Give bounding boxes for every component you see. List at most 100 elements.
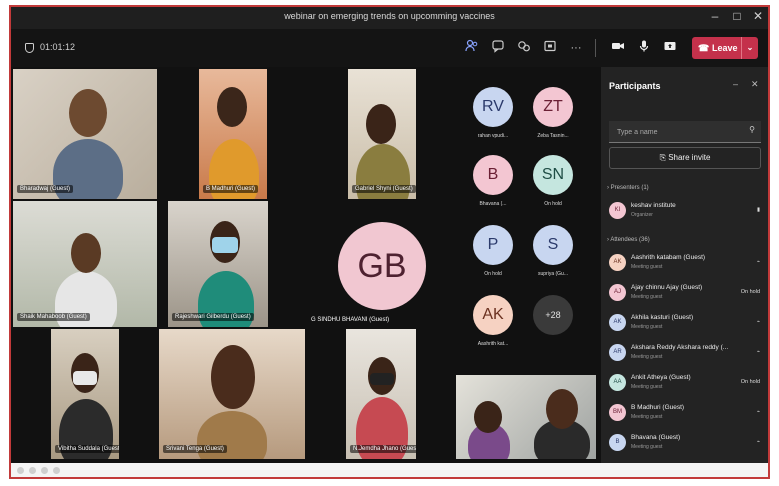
video-tile[interactable]: Rajeshwari Gilberdu (Guest) xyxy=(168,201,268,327)
participant-role: Meeting guest xyxy=(631,294,663,300)
popout-icon[interactable]: – xyxy=(733,79,738,89)
participant-row[interactable]: B Bhavana (Guest) Meeting guest ⌁ xyxy=(609,431,764,457)
avatar-name-label: Aashrith kat... xyxy=(477,341,509,347)
participant-head xyxy=(69,89,107,137)
strip-dot-icon xyxy=(41,467,48,474)
avatar-initials: AK xyxy=(482,306,504,323)
participant-name: B Madhuri (Guest) xyxy=(631,404,685,411)
video-tile[interactable]: N.Jemdha Jhano (Guest) xyxy=(346,329,416,459)
participant-name-label: N.Jemdha Jhano (Guest) xyxy=(350,445,416,453)
avatar-name-label: rahan vpudi... xyxy=(477,133,509,139)
self-view-tile[interactable] xyxy=(456,375,596,459)
avatar: AA xyxy=(609,374,626,391)
presenters-header[interactable]: › Presenters (1) xyxy=(607,185,649,191)
video-tile[interactable]: Vibitha Suddala (Guest) xyxy=(51,329,119,459)
participant-row[interactable]: AK Aashrith katabam (Guest) Meeting gues… xyxy=(609,251,764,277)
avatar: AK xyxy=(609,314,626,331)
camera-icon[interactable] xyxy=(609,39,627,57)
share-icon: ⎘ xyxy=(659,153,669,162)
toolbar-divider xyxy=(595,39,596,57)
avatar[interactable]: GB xyxy=(338,222,426,310)
close-window-button[interactable]: ✕ xyxy=(748,9,768,23)
video-tile[interactable]: Srivani Tenga (Guest) xyxy=(159,329,305,459)
participant-name-label: Vibitha Suddala (Guest) xyxy=(55,445,119,453)
share-screen-icon[interactable] xyxy=(661,39,679,57)
participant-head xyxy=(71,233,101,273)
maximize-button[interactable]: □ xyxy=(727,9,747,23)
participant-status: On hold xyxy=(740,289,760,295)
participant-row[interactable]: BM B Madhuri (Guest) Meeting guest ⌁ xyxy=(609,401,764,427)
participant-name-label: Rajeshwari Gilberdu (Guest) xyxy=(172,313,254,321)
window-title: webinar on emerging trends on upcomming … xyxy=(284,11,495,21)
avatar: AJ xyxy=(609,284,626,301)
avatar[interactable]: B xyxy=(473,155,513,195)
avatar-name-label: On hold xyxy=(544,201,562,207)
chat-icon[interactable] xyxy=(489,39,507,57)
avatar[interactable]: AK xyxy=(473,295,513,335)
participant-row[interactable]: AK Akhila kasturi (Guest) Meeting guest … xyxy=(609,311,764,337)
participants-title: Participants xyxy=(609,81,661,91)
attendees-header[interactable]: › Attendees (36) xyxy=(607,237,650,243)
avatar[interactable]: S xyxy=(533,225,573,265)
avatar: AR xyxy=(609,344,626,361)
participant-name: keshav institute xyxy=(631,202,676,209)
participant-row[interactable]: KI keshav institute Organizer ▮ xyxy=(609,199,764,225)
timer-text: 01:01:12 xyxy=(40,42,76,52)
bottom-strip xyxy=(11,463,768,477)
participant-row[interactable]: AJ Ajay chinnu Ajay (Guest) Meeting gues… xyxy=(609,281,764,307)
avatar[interactable]: P xyxy=(473,225,513,265)
avatar[interactable]: SN xyxy=(533,155,573,195)
participant-role: Meeting guest xyxy=(631,324,663,330)
share-invite-button[interactable]: ⎘ Share invite xyxy=(609,147,761,169)
avatar[interactable]: ZT xyxy=(533,87,573,127)
participant-name-label: Shaik Mahaboob (Guest) xyxy=(17,313,90,321)
participant-name-label: Gabriel Shyni (Guest) xyxy=(352,185,416,193)
video-tile[interactable]: Gabriel Shyni (Guest) xyxy=(348,69,416,199)
participant-role: Organizer xyxy=(631,212,653,218)
video-tile[interactable]: Shaik Mahaboob (Guest) xyxy=(13,201,157,327)
share-tray-icon[interactable] xyxy=(541,39,559,57)
avatar[interactable]: RV xyxy=(473,87,513,127)
participants-panel: Participants – ✕ ⚲ ⎘ Share invite › Pres… xyxy=(601,67,768,463)
participant-row[interactable]: AR Akshara Reddy Akshara reddy (... Meet… xyxy=(609,341,764,367)
search-input[interactable] xyxy=(615,125,739,139)
participant-head xyxy=(366,104,396,144)
video-tile[interactable]: B Madhuri (Guest) xyxy=(199,69,267,199)
avatar-initials: P xyxy=(487,236,499,253)
participant-name-label: Srivani Tenga (Guest) xyxy=(163,445,227,453)
share-invite-label: Share invite xyxy=(668,153,711,162)
hang-up-icon: ☎ xyxy=(698,43,710,53)
participant-name: Aashrith katabam (Guest) xyxy=(631,254,706,261)
reactions-icon[interactable] xyxy=(515,39,533,57)
participant-name: Akshara Reddy Akshara reddy (... xyxy=(631,344,729,351)
title-bar: webinar on emerging trends on upcomming … xyxy=(11,7,768,29)
close-icon[interactable]: ✕ xyxy=(751,79,759,90)
meeting-toolbar: 01:01:12 ··· ☎ Leave ⌄ xyxy=(11,29,768,67)
participant-role: Meeting guest xyxy=(631,414,663,420)
participant-name-label: G SINDHU BHAVANI (Guest) xyxy=(311,317,390,323)
overflow-count-button[interactable]: +28 xyxy=(533,295,573,335)
participant-head xyxy=(217,87,247,127)
search-icon: ⚲ xyxy=(749,125,755,134)
overflow-count: +28 xyxy=(545,310,561,320)
avatar-initials: B xyxy=(487,166,499,183)
participant-name-label: Bharadwaj (Guest) xyxy=(17,185,74,193)
participant-name: Ajay chinnu Ajay (Guest) xyxy=(631,284,703,291)
more-icon[interactable]: ··· xyxy=(567,39,585,57)
leave-button[interactable]: ☎ Leave ⌄ xyxy=(692,37,758,59)
participant-name: Ankit Atheya (Guest) xyxy=(631,374,691,381)
chevron-down-icon[interactable]: ⌄ xyxy=(741,37,758,59)
participant-status: On hold xyxy=(740,379,760,385)
participant-row[interactable]: AA Ankit Atheya (Guest) Meeting guest On… xyxy=(609,371,764,397)
video-tile[interactable]: Bharadwaj (Guest) xyxy=(13,69,157,199)
mic-icon[interactable] xyxy=(635,39,653,57)
avatar-initials: ZT xyxy=(543,98,563,115)
participant-name: Bhavana (Guest) xyxy=(631,434,681,441)
participant-name-label: B Madhuri (Guest) xyxy=(203,185,259,193)
people-icon[interactable] xyxy=(463,39,481,57)
avatar-name-label: On hold xyxy=(484,271,502,277)
teams-meeting-window: webinar on emerging trends on upcomming … xyxy=(9,5,770,479)
participant-search[interactable]: ⚲ xyxy=(609,121,761,143)
participant-role: Meeting guest xyxy=(631,354,663,360)
minimize-button[interactable]: – xyxy=(705,9,725,23)
